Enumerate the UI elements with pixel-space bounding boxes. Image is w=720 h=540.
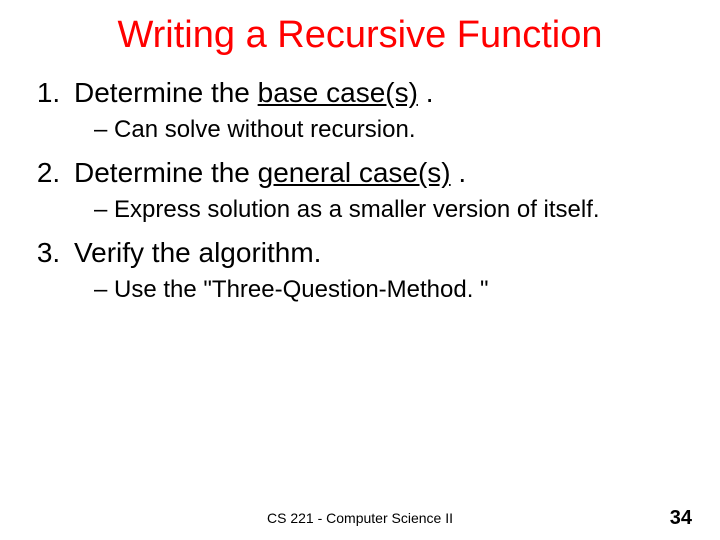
item2-prefix: Determine the — [74, 157, 258, 188]
slide-content: Determine the base case(s) . Can solve w… — [0, 57, 720, 306]
list-item-1: Determine the base case(s) . Can solve w… — [68, 75, 700, 145]
list-item-2: Determine the general case(s) . Express … — [68, 155, 700, 225]
item3-prefix: Verify the algorithm. — [74, 237, 321, 268]
main-list: Determine the base case(s) . Can solve w… — [20, 75, 700, 306]
list-item-1-text: Determine the base case(s) . — [74, 77, 434, 108]
list-item-3: Verify the algorithm. Use the "Three-Que… — [68, 235, 700, 305]
list-item-2-sub: Express solution as a smaller version of… — [74, 194, 700, 225]
page-number: 34 — [670, 507, 692, 530]
item1-underlined: base case(s) — [258, 77, 418, 108]
slide: Writing a Recursive Function Determine t… — [0, 0, 720, 540]
footer-course: CS 221 - Computer Science II — [0, 510, 720, 526]
item1-prefix: Determine the — [74, 77, 258, 108]
list-item-3-text: Verify the algorithm. — [74, 237, 321, 268]
item2-underlined: general case(s) — [258, 157, 451, 188]
slide-title: Writing a Recursive Function — [0, 0, 720, 57]
item2-suffix: . — [451, 157, 467, 188]
list-item-2-text: Determine the general case(s) . — [74, 157, 466, 188]
item1-suffix: . — [418, 77, 434, 108]
list-item-3-sub: Use the "Three-Question-Method. " — [74, 274, 700, 305]
list-item-1-sub: Can solve without recursion. — [74, 114, 700, 145]
